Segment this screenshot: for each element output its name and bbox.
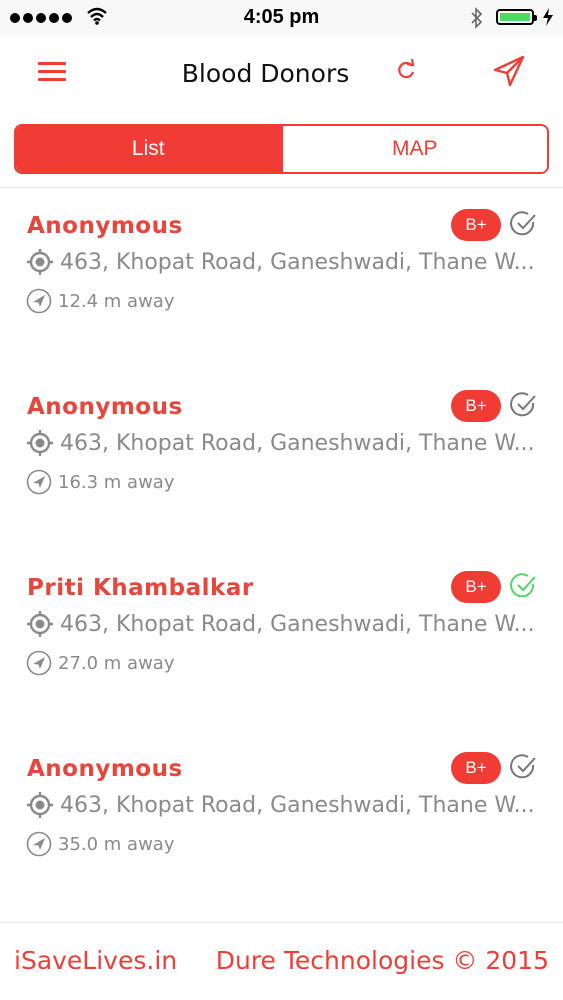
battery-icon (496, 9, 537, 25)
navigation-arrow-icon (26, 650, 52, 676)
footer-copyright: Dure Technologies © 2015 (215, 946, 549, 975)
check-circle-icon (510, 392, 536, 417)
tab-list[interactable]: List (16, 126, 281, 172)
donor-list-item[interactable]: Priti Khambalkar B+ 463, Khopat Road, Ga… (0, 550, 563, 731)
blood-group-badge: B+ (451, 752, 501, 784)
check-circle-icon (510, 573, 536, 598)
refresh-icon[interactable] (394, 58, 418, 82)
navigation-bar: Blood Donors (0, 36, 563, 114)
location-target-icon (27, 430, 53, 456)
donor-address: 463, Khopat Road, Ganeshwadi, Thane W... (60, 793, 535, 818)
blood-group-badge: B+ (451, 390, 501, 422)
navigation-arrow-icon (26, 831, 52, 857)
donor-address: 463, Khopat Road, Ganeshwadi, Thane W... (60, 250, 535, 275)
donor-name: Anonymous (27, 394, 183, 420)
footer: iSaveLives.in Dure Technologies © 2015 (0, 938, 563, 988)
paper-plane-icon[interactable] (492, 54, 526, 88)
check-circle-icon (510, 211, 536, 236)
donor-distance: 27.0 m away (58, 653, 175, 674)
hamburger-menu-icon[interactable] (38, 62, 66, 82)
divider (0, 922, 563, 923)
tab-map[interactable]: MAP (280, 126, 547, 172)
page-title: Blood Donors (181, 59, 350, 88)
donor-distance: 16.3 m away (58, 472, 175, 493)
donor-list-item[interactable]: Anonymous B+ 463, Khopat Road, Ganeshwad… (0, 369, 563, 550)
navigation-arrow-icon (26, 288, 52, 314)
donor-name: Priti Khambalkar (27, 575, 254, 601)
location-target-icon (27, 249, 53, 275)
donor-distance: 35.0 m away (58, 834, 175, 855)
donor-name: Anonymous (27, 756, 183, 782)
view-segmented-control: List MAP (14, 124, 549, 174)
blood-group-badge: B+ (451, 571, 501, 603)
donor-address: 463, Khopat Road, Ganeshwadi, Thane W... (60, 431, 535, 456)
location-target-icon (27, 611, 53, 637)
check-circle-icon (510, 754, 536, 779)
status-bar: 4:05 pm (0, 0, 563, 36)
blood-group-badge: B+ (451, 209, 501, 241)
charging-bolt-icon (543, 8, 553, 26)
donor-name: Anonymous (27, 213, 183, 239)
donor-list: Anonymous B+ 463, Khopat Road, Ganeshwad… (0, 188, 563, 912)
bluetooth-icon (471, 7, 483, 29)
location-target-icon (27, 792, 53, 818)
donor-distance: 12.4 m away (58, 291, 175, 312)
donor-list-item[interactable]: Anonymous B+ 463, Khopat Road, Ganeshwad… (0, 188, 563, 369)
donor-list-item[interactable]: Anonymous B+ 463, Khopat Road, Ganeshwad… (0, 731, 563, 912)
footer-site-link[interactable]: iSaveLives.in (14, 946, 177, 975)
donor-address: 463, Khopat Road, Ganeshwadi, Thane W... (60, 612, 535, 637)
navigation-arrow-icon (26, 469, 52, 495)
